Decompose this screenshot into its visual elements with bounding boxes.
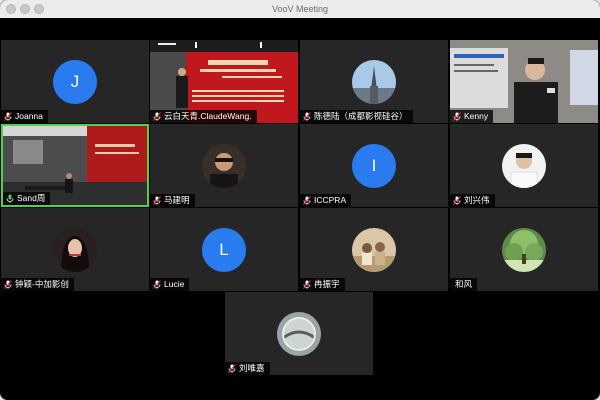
participant-name-tag: ICCPRA <box>300 194 352 207</box>
participant-tile-hefeng[interactable]: 和风 <box>450 208 598 291</box>
participant-tile-liuxingwei[interactable]: 刘兴伟 <box>450 124 598 207</box>
participant-tile-joanna[interactable]: J Joanna <box>1 40 149 123</box>
participant-name-tag: Joanna <box>1 110 48 123</box>
avatar: L <box>202 227 246 272</box>
profile-photo <box>202 143 246 188</box>
participant-tile-kenny[interactable]: Kenny <box>450 40 598 123</box>
title-bar: VooV Meeting <box>0 0 600 19</box>
participant-name: 钟颖-中加影创 <box>15 279 69 289</box>
participant-name-tag: 冉振宇 <box>300 278 345 291</box>
participant-name: 冉振宇 <box>314 279 340 289</box>
meeting-window: VooV Meeting J Joanna 云白天青.ClaudeWang. 陈… <box>0 0 600 400</box>
participant-name: Joanna <box>15 111 43 121</box>
participant-name: ICCPRA <box>314 195 347 205</box>
profile-photo <box>502 143 546 188</box>
participant-tile-majianming[interactable]: 马建明 <box>150 124 298 207</box>
participant-name: 刘唯嘉 <box>239 363 265 373</box>
mic-muted-icon <box>303 280 311 289</box>
profile-photo <box>277 311 321 356</box>
participant-name-tag: 钟颖-中加影创 <box>1 278 74 291</box>
participant-tile-iccpra[interactable]: I ICCPRA <box>300 124 448 207</box>
participant-tile-liuweijia[interactable]: 刘唯嘉 <box>225 292 373 375</box>
participant-name-tag: Kenny <box>450 110 494 123</box>
participant-tile-ranzhenyu[interactable]: 冉振宇 <box>300 208 448 291</box>
participant-tile-lucie[interactable]: L Lucie <box>150 208 298 291</box>
participant-tile-sand-zhou[interactable]: Sand周 <box>1 124 149 207</box>
mic-muted-icon <box>453 196 461 205</box>
window-title: VooV Meeting <box>271 4 329 14</box>
participant-name-tag: 和风 <box>450 278 478 291</box>
participant-name-tag: 刘唯嘉 <box>225 362 270 375</box>
participant-tile-claudewang[interactable]: 云白天青.ClaudeWang. <box>150 40 298 123</box>
participant-tile-chendelu[interactable]: 陈德陆（成都影视硅谷） <box>300 40 448 123</box>
participant-name-tag: Sand周 <box>3 192 51 205</box>
participant-name-tag: Lucie <box>150 278 190 291</box>
participant-name: 马建明 <box>164 195 190 205</box>
participant-name: Lucie <box>164 279 185 289</box>
participant-name: 刘兴伟 <box>464 195 490 205</box>
avatar: I <box>352 143 396 188</box>
mic-muted-icon <box>303 112 311 121</box>
mic-muted-icon <box>153 196 161 205</box>
mic-muted-icon <box>4 112 12 121</box>
participant-name-tag: 云白天青.ClaudeWang. <box>150 110 257 123</box>
profile-photo <box>502 227 546 272</box>
profile-photo <box>53 227 97 272</box>
mic-active-icon <box>6 194 14 203</box>
avatar: J <box>53 59 97 104</box>
participant-name: 云白天青.ClaudeWang. <box>164 111 252 121</box>
mic-muted-icon <box>4 280 12 289</box>
mic-muted-icon <box>153 280 161 289</box>
profile-photo <box>352 227 396 272</box>
participant-name: Sand周 <box>17 193 46 203</box>
mic-muted-icon <box>228 364 236 373</box>
participant-name: 陈德陆（成都影视硅谷） <box>314 111 408 121</box>
mic-muted-icon <box>153 112 161 121</box>
participant-tile-zhongying[interactable]: 钟颖-中加影创 <box>1 208 149 291</box>
video-grid: J Joanna 云白天青.ClaudeWang. 陈德陆（成都影视硅谷） Ke… <box>0 18 600 400</box>
participant-name: 和风 <box>455 279 473 289</box>
participant-name-tag: 刘兴伟 <box>450 194 495 207</box>
profile-photo <box>352 59 396 104</box>
participant-name-tag: 马建明 <box>150 194 195 207</box>
participant-name: Kenny <box>464 111 489 121</box>
mic-muted-icon <box>453 112 461 121</box>
participant-name-tag: 陈德陆（成都影视硅谷） <box>300 110 413 123</box>
mic-muted-icon <box>303 196 311 205</box>
